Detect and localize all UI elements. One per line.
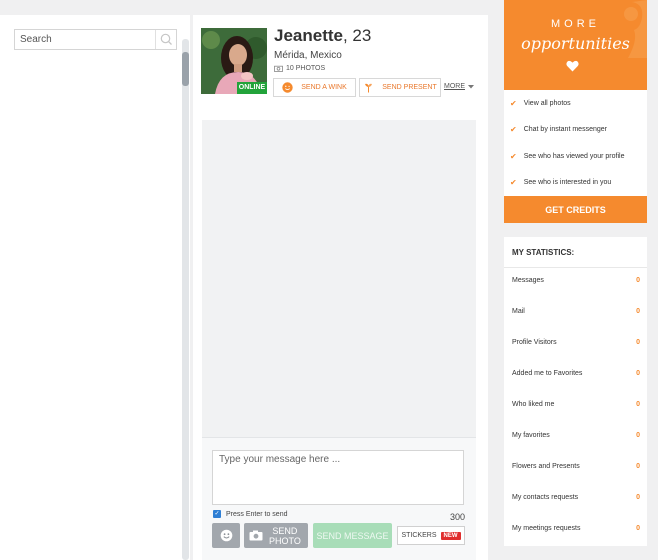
check-icon: ✔ (510, 152, 517, 161)
stat-row-my-favorites[interactable]: My favorites 0 (512, 432, 640, 439)
stat-row-mail[interactable]: Mail 0 (512, 308, 640, 315)
stat-row-messages[interactable]: Messages 0 (512, 277, 640, 284)
smiley-icon (220, 529, 232, 542)
stat-label: Profile Visitors (512, 339, 557, 346)
wink-icon (282, 82, 293, 93)
press-enter-checkbox[interactable]: ✓ (213, 510, 221, 518)
stat-value: 0 (636, 432, 640, 439)
stat-label: My favorites (512, 432, 550, 439)
benefit-item: ✔ View all photos (510, 99, 571, 108)
more-label: MORE (444, 83, 465, 90)
stat-value: 0 (636, 308, 640, 315)
stat-row-added-favorites[interactable]: Added me to Favorites 0 (512, 370, 640, 377)
promo-more-text: MORE (551, 18, 600, 30)
promo-opportunities-text: opportunities (521, 34, 630, 53)
check-icon: ✔ (510, 125, 517, 134)
chevron-down-icon (468, 84, 474, 88)
check-icon: ✔ (510, 99, 517, 108)
stat-row-profile-visitors[interactable]: Profile Visitors 0 (512, 339, 640, 346)
stat-row-who-liked-me[interactable]: Who liked me 0 (512, 401, 640, 408)
press-enter-label: Press Enter to send (226, 510, 288, 518)
more-dropdown[interactable]: MORE (444, 83, 474, 90)
heart-icon (566, 60, 579, 72)
photos-count: 10 PHOTOS (286, 65, 326, 72)
send-wink-label: SEND A WINK (301, 84, 347, 91)
divider (504, 267, 647, 268)
send-wink-button[interactable]: SEND A WINK (273, 78, 356, 97)
promo-banner[interactable]: MORE opportunities (504, 0, 647, 90)
stat-label: Added me to Favorites (512, 370, 583, 377)
stat-value: 0 (636, 277, 640, 284)
send-photo-button[interactable]: SEND PHOTO (244, 523, 308, 548)
profile-location: Mérida, Mexico (274, 50, 342, 61)
camera-icon (249, 530, 263, 541)
stat-label: My meetings requests (512, 525, 581, 532)
send-message-button[interactable]: SEND MESSAGE (313, 523, 392, 548)
send-photo-label-1: SEND (272, 525, 298, 536)
benefit-label: See who is interested in you (523, 179, 612, 186)
stat-label: Messages (512, 277, 544, 284)
stat-label: My contacts requests (512, 494, 579, 501)
benefit-item: ✔ Chat by instant messenger (510, 125, 607, 134)
stat-value: 0 (636, 463, 640, 470)
stat-label: Who liked me (512, 401, 555, 408)
send-photo-label: SEND PHOTO (269, 526, 301, 546)
photos-link[interactable]: 10 PHOTOS (274, 65, 325, 72)
get-credits-button[interactable]: GET CREDITS (504, 196, 647, 223)
benefit-label: See who has viewed your profile (523, 153, 625, 160)
stat-value: 0 (636, 339, 640, 346)
profile-name[interactable]: Jeanette, 23 (274, 26, 371, 46)
statistics-panel: MY STATISTICS: Messages 0 Mail 0 Profile V… (504, 237, 647, 546)
emoji-button[interactable] (212, 523, 240, 548)
message-input[interactable] (212, 450, 464, 505)
online-badge: ONLINE (237, 82, 267, 94)
chat-history (202, 120, 476, 438)
check-icon: ✔ (510, 178, 517, 187)
send-present-button[interactable]: SEND PRESENT (359, 78, 441, 97)
profile-age: , 23 (342, 26, 372, 45)
send-present-label: SEND PRESENT (382, 84, 437, 91)
stat-value: 0 (636, 401, 640, 408)
stat-value: 0 (636, 370, 640, 377)
scrollbar-thumb[interactable] (182, 52, 189, 86)
scrollbar[interactable] (182, 39, 189, 560)
stickers-button[interactable]: STICKERS NEW (397, 526, 465, 545)
press-enter-option[interactable]: ✓ Press Enter to send (213, 510, 287, 518)
statistics-title: MY STATISTICS: (512, 248, 575, 257)
search-button[interactable] (155, 30, 176, 49)
benefits-list: ✔ View all photos ✔ Chat by instant mess… (504, 90, 647, 196)
benefit-item: ✔ See who has viewed your profile (510, 152, 624, 161)
stat-row-contacts-requests[interactable]: My contacts requests 0 (512, 494, 640, 501)
benefit-item: ✔ See who is interested in you (510, 178, 611, 187)
flower-icon (365, 83, 373, 93)
benefit-label: Chat by instant messenger (523, 126, 607, 133)
stat-label: Mail (512, 308, 525, 315)
stat-row-flowers-presents[interactable]: Flowers and Presents 0 (512, 463, 640, 470)
stat-label: Flowers and Presents (512, 463, 580, 470)
stat-value: 0 (636, 525, 640, 532)
search-input[interactable] (15, 30, 155, 49)
char-counter: 300 (450, 512, 466, 522)
search-icon (160, 33, 172, 45)
stat-value: 0 (636, 494, 640, 501)
search-box (14, 29, 177, 50)
profile-first-name: Jeanette (274, 26, 343, 45)
camera-icon (274, 65, 283, 72)
send-photo-label-2: PHOTO (269, 535, 301, 546)
benefit-label: View all photos (523, 100, 571, 107)
stickers-label: STICKERS (401, 532, 437, 539)
stat-row-meetings-requests[interactable]: My meetings requests 0 (512, 525, 640, 532)
new-badge: NEW (440, 531, 461, 540)
contacts-panel (0, 15, 190, 560)
